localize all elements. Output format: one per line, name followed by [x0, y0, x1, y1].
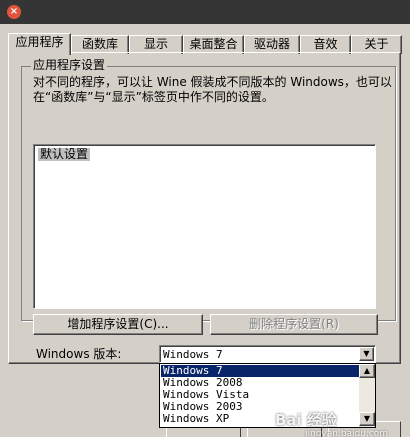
tab-applications[interactable]: 应用程序 [8, 33, 71, 55]
scroll-up-icon[interactable]: ▲ [359, 364, 375, 378]
windows-version-select[interactable]: Windows 7 ▼ [159, 345, 376, 363]
chevron-down-icon[interactable]: ▼ [359, 347, 374, 361]
title-bar: × [0, 0, 410, 24]
dropdown-scrollbar[interactable]: ▲ ▼ [359, 364, 375, 427]
close-button[interactable]: × [7, 5, 21, 19]
windows-version-label: Windows 版本: [36, 347, 122, 361]
list-item-default[interactable]: 默认设置 [38, 148, 91, 161]
option-windows-xp[interactable]: Windows XP [161, 413, 359, 425]
add-application-button[interactable]: 增加程序设置(C)... [33, 314, 203, 335]
tab-strip: 应用程序 函数库 显示 桌面整合 驱动器 音效 关于 [8, 33, 402, 55]
description-text: 对不同的程序，可以让 Wine 假装成不同版本的 Windows，也可以在“函数… [33, 75, 392, 104]
scroll-down-icon[interactable]: ▼ [359, 412, 375, 426]
wine-config-dialog: 应用程序 函数库 显示 桌面整合 驱动器 音效 关于 应用程序设置 对不同的程序… [0, 24, 410, 437]
windows-version-value: Windows 7 [163, 348, 223, 361]
group-title: 应用程序设置 [31, 58, 108, 72]
windows-version-dropdown[interactable]: Windows 7 Windows 2008 Windows Vista Win… [159, 363, 376, 428]
remove-application-button[interactable]: 删除程序设置(R) [210, 314, 378, 335]
application-list[interactable]: 默认设置 [33, 144, 376, 309]
